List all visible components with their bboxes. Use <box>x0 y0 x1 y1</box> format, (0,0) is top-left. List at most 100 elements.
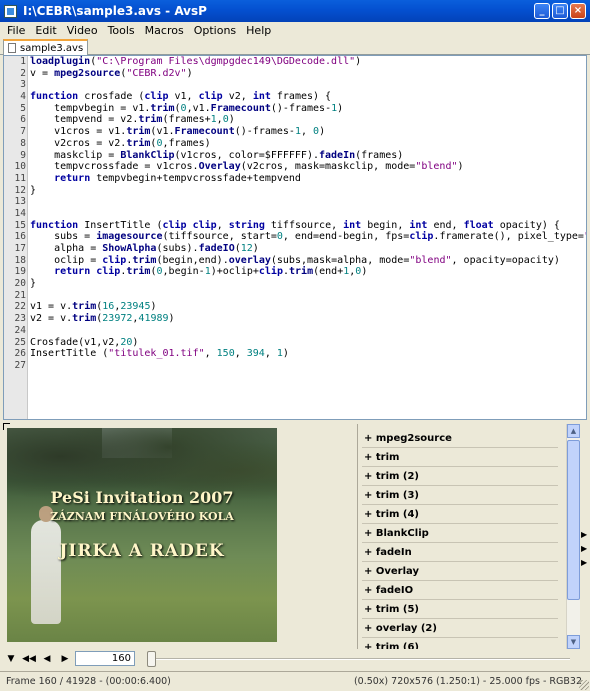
side-arrow-icon[interactable]: ▶ <box>581 544 587 553</box>
code-line[interactable]: 23 v2 = v.trim(23972,41989) <box>15 313 586 325</box>
code-line[interactable]: 19 return clip.trim(0,begin-1)+oclip+cli… <box>15 266 586 278</box>
code-text: return tempvbegin+tempvcrossfade+tempven… <box>54 172 301 184</box>
line-number: 11 <box>14 172 26 184</box>
menu-file[interactable]: File <box>2 24 30 37</box>
frame-slider[interactable] <box>145 650 573 668</box>
filter-panel-scrollbar[interactable]: ▲ ▼ <box>566 424 580 649</box>
line-number: 10 <box>14 161 26 173</box>
close-button[interactable]: × <box>570 3 586 19</box>
line-number: 23 <box>14 313 26 325</box>
code-line[interactable]: 22 v1 = v.trim(16,23945) <box>15 301 586 313</box>
slider-track <box>148 658 570 660</box>
code-line[interactable]: 3 <box>20 79 586 91</box>
frame-number-input[interactable]: 160 <box>75 651 135 666</box>
code-text: tempvend = v2.trim(frames+1,0) <box>30 114 235 126</box>
side-arrow-icon[interactable]: ▶ <box>581 530 587 539</box>
window-title: I:\CEBR\sample3.avs - AvsP <box>23 4 207 18</box>
line-number: 12 <box>14 184 26 196</box>
menu-help[interactable]: Help <box>241 24 276 37</box>
slider-handle[interactable] <box>147 651 156 667</box>
video-frame <box>7 428 277 642</box>
line-number: 21 <box>14 289 26 301</box>
code-line[interactable]: 25 Crosfade(v1,v2,20) <box>15 337 586 349</box>
code-line[interactable]: 1 loadplugin("C:\Program Files\dgmpgdec14… <box>20 56 586 68</box>
code-line[interactable]: 2 v = mpeg2source("CEBR.d2v") <box>20 68 586 80</box>
side-arrow-icon[interactable]: ▶ <box>581 558 587 567</box>
code-line[interactable]: 21 <box>15 290 586 302</box>
video-title-line2: ZÁZNAM FINÁLOVÉHO KOLA <box>50 510 234 523</box>
scroll-down-button[interactable]: ▼ <box>567 635 580 649</box>
filter-item[interactable]: + overlay (2) <box>362 619 558 638</box>
code-text: return clip.trim(0,begin-1)+oclip+clip.t… <box>54 266 368 278</box>
code-line[interactable]: 7 v1cros = v1.trim(v1.Framecount()-frame… <box>20 126 586 138</box>
line-number: 13 <box>14 196 26 208</box>
status-bar: Frame 160 / 41928 - (00:00:6.400) (0.50x… <box>0 671 590 691</box>
code-line[interactable]: 9 maskclip = BlankClip(v1cros, color=$FF… <box>20 150 586 162</box>
filter-item[interactable]: + trim (3) <box>362 486 558 505</box>
filter-item[interactable]: + trim <box>362 448 558 467</box>
line-number: 14 <box>14 207 26 219</box>
code-area[interactable]: 1 loadplugin("C:\Program Files\dgmpgdec14… <box>15 56 586 372</box>
code-text: v1 = v.trim(16,23945) <box>30 301 157 313</box>
scroll-up-button[interactable]: ▲ <box>567 424 580 438</box>
code-line[interactable]: 15 function InsertTitle (clip clip, strin… <box>15 220 586 232</box>
line-number: 15 <box>14 219 26 231</box>
line-number: 18 <box>14 254 26 266</box>
code-line[interactable]: 24 <box>15 325 586 337</box>
code-line[interactable]: 13 <box>15 196 586 208</box>
code-text: tempvbegin = v1.trim(0,v1.Framecount()-f… <box>30 102 344 114</box>
code-text: InsertTitle ("titulek_01.tif", 150, 394,… <box>30 348 289 360</box>
code-line[interactable]: 5 tempvbegin = v1.trim(0,v1.Framecount()… <box>20 102 586 115</box>
filter-item[interactable]: + Overlay <box>362 562 558 581</box>
filter-item[interactable]: + trim (4) <box>362 505 558 524</box>
resize-grip[interactable] <box>579 680 589 690</box>
code-text: loadplugin("C:\Program Files\dgmpgdec149… <box>30 56 362 67</box>
filter-item[interactable]: + trim (5) <box>362 600 558 619</box>
code-line[interactable]: 8 v2cros = v2.trim(0,frames) <box>20 138 586 150</box>
code-line[interactable]: 27 <box>15 360 586 372</box>
maximize-button[interactable]: □ <box>552 3 568 19</box>
code-line[interactable]: 11 return tempvbegin+tempvcrossfade+temp… <box>15 172 586 185</box>
rewind-icon[interactable]: ◀◀ <box>22 652 36 666</box>
filter-item[interactable]: + mpeg2source <box>362 429 558 448</box>
filter-item[interactable]: + trim (2) <box>362 467 558 486</box>
code-line[interactable]: 12} <box>15 184 586 197</box>
next-frame-icon[interactable]: ▶ <box>58 652 72 666</box>
code-line[interactable]: 20} <box>15 278 586 290</box>
line-number: 17 <box>14 243 26 254</box>
line-number: 25 <box>14 336 26 348</box>
filter-item[interactable]: + BlankClip <box>362 524 558 543</box>
line-number: 7 <box>20 126 26 138</box>
menu-options[interactable]: Options <box>189 24 241 37</box>
menu-macros[interactable]: Macros <box>140 24 189 37</box>
video-title-line1: PeSi Invitation 2007 <box>50 488 234 507</box>
menu-video[interactable]: Video <box>62 24 103 37</box>
line-number: 5 <box>20 102 26 114</box>
line-number: 9 <box>20 149 26 161</box>
play-down-icon[interactable]: ▼ <box>4 652 18 666</box>
filter-item[interactable]: + fadeIO <box>362 581 558 600</box>
code-line[interactable]: 18 oclip = clip.trim(begin,end).overlay(… <box>15 255 586 267</box>
file-icon <box>8 43 16 53</box>
code-text: function crosfade (clip v1, clip v2, int… <box>30 91 332 103</box>
filter-item[interactable]: + trim (6) <box>362 638 558 650</box>
code-text: } <box>30 184 37 196</box>
code-text: tempvcrossfade = v1cros.Overlay(v2cros, … <box>30 161 464 173</box>
filter-item[interactable]: + fadeIn <box>362 543 558 562</box>
video-preview[interactable]: PeSi Invitation 2007 ZÁZNAM FINÁLOVÉHO K… <box>7 428 277 642</box>
scroll-thumb[interactable] <box>567 440 580 600</box>
line-number: 8 <box>20 137 26 149</box>
prev-frame-icon[interactable]: ◀ <box>40 652 54 666</box>
script-editor[interactable]: 1 loadplugin("C:\Program Files\dgmpgdec14… <box>3 55 587 420</box>
code-line[interactable]: 26 InsertTitle ("titulek_01.tif", 150, 39… <box>15 348 586 360</box>
code-line[interactable]: 14 <box>15 208 586 220</box>
tab-sample3[interactable]: sample3.avs <box>3 39 89 55</box>
code-line[interactable]: 4 function crosfade (clip v1, clip v2, in… <box>20 91 586 103</box>
minimize-button[interactable]: _ <box>534 3 550 19</box>
code-line[interactable]: 10 tempvcrossfade = v1cros.Overlay(v2cro… <box>15 161 586 173</box>
menu-tools[interactable]: Tools <box>103 24 140 37</box>
code-line[interactable]: 6 tempvend = v2.trim(frames+1,0) <box>20 114 586 126</box>
code-line[interactable]: 17 alpha = ShowAlpha(subs).fadeIO(12) <box>15 243 586 255</box>
code-line[interactable]: 16 subs = imagesource(tiffsource, start=… <box>15 231 586 243</box>
menu-edit[interactable]: Edit <box>30 24 61 37</box>
